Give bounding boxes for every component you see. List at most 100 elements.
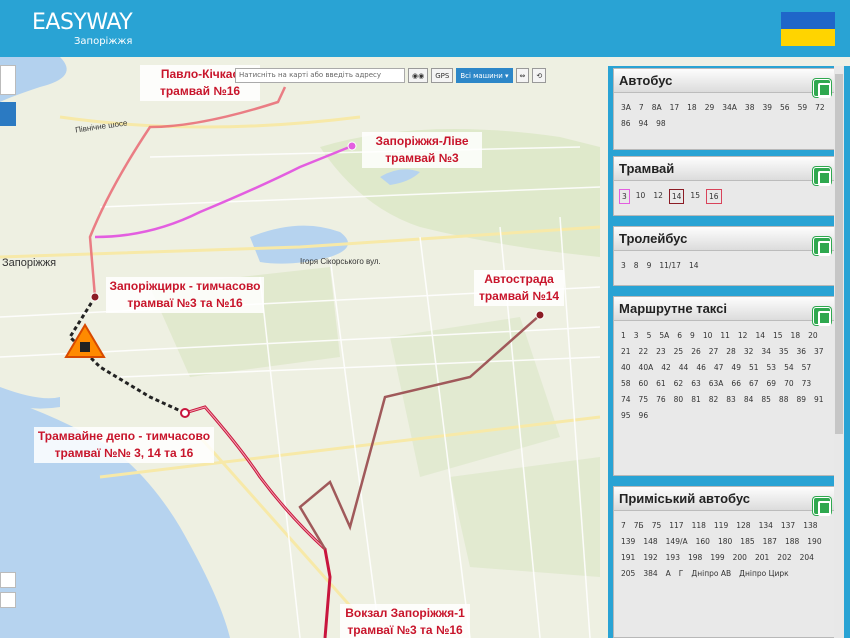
route-chip[interactable]: 7 <box>619 519 628 533</box>
route-chip[interactable]: 18 <box>685 101 699 115</box>
route-chip[interactable]: 81 <box>689 393 703 407</box>
route-chip[interactable]: 12 <box>651 189 665 203</box>
route-chip[interactable]: 6 <box>675 329 684 343</box>
panel-scrollbar[interactable] <box>834 66 844 638</box>
route-chip[interactable]: 91 <box>812 393 826 407</box>
route-chip[interactable]: 9 <box>688 329 697 343</box>
zoom-in-button[interactable] <box>0 592 16 608</box>
gps-button[interactable]: GPS <box>431 68 454 83</box>
fullscreen-icon[interactable] <box>0 572 16 588</box>
route-chip[interactable]: 16 <box>705 189 722 204</box>
link-icon[interactable]: ⟲ <box>532 68 547 83</box>
route-chip[interactable]: 94 <box>637 117 651 131</box>
route-chip[interactable]: 66 <box>729 377 743 391</box>
route-chip[interactable]: 29 <box>703 101 717 115</box>
tram-icon[interactable] <box>813 167 831 186</box>
route-chip[interactable]: 60 <box>637 377 651 391</box>
route-chip[interactable]: 35 <box>777 345 791 359</box>
route-chip[interactable]: 95 <box>619 409 633 423</box>
route-chip[interactable]: А <box>664 567 673 581</box>
route-chip[interactable]: 7 <box>637 101 646 115</box>
route-chip[interactable]: 53 <box>765 361 779 375</box>
route-chip[interactable]: 23 <box>654 345 668 359</box>
route-chip[interactable]: 36 <box>794 345 808 359</box>
binoculars-icon[interactable]: ◉◉ <box>408 68 429 83</box>
route-chip[interactable]: 198 <box>686 551 704 565</box>
route-chip[interactable]: 180 <box>716 535 734 549</box>
route-chip[interactable]: 73 <box>800 377 814 391</box>
route-chip[interactable]: 192 <box>641 551 659 565</box>
route-chip[interactable]: 34А <box>720 101 739 115</box>
map-canvas[interactable]: Запоріжжя Північне шосе Ігоря Сікорськог… <box>0 57 608 638</box>
route-chip[interactable]: 5А <box>657 329 671 343</box>
route-chip[interactable]: 119 <box>712 519 730 533</box>
route-chip[interactable]: 118 <box>690 519 708 533</box>
route-chip[interactable]: 14 <box>687 259 701 273</box>
route-chip[interactable]: 384 <box>641 567 659 581</box>
route-chip[interactable]: 38 <box>743 101 757 115</box>
route-chip[interactable]: 26 <box>689 345 703 359</box>
scrollbar-thumb[interactable] <box>835 74 843 434</box>
route-chip[interactable]: 69 <box>765 377 779 391</box>
fit-icon[interactable]: ⇔ <box>515 68 530 83</box>
route-chip[interactable]: 51 <box>747 361 761 375</box>
trolleybus-icon[interactable] <box>813 237 831 256</box>
route-chip[interactable]: 70 <box>782 377 796 391</box>
vehicles-dropdown[interactable]: Всі машини ▾ <box>456 68 513 83</box>
route-chip[interactable]: 3 <box>619 189 630 204</box>
route-chip[interactable]: 98 <box>654 117 668 131</box>
route-chip[interactable]: 11/17 <box>657 259 683 273</box>
route-chip[interactable]: 83 <box>724 393 738 407</box>
route-chip[interactable]: 44 <box>677 361 691 375</box>
route-chip[interactable]: 9 <box>645 259 654 273</box>
route-chip[interactable]: 27 <box>707 345 721 359</box>
bus-icon[interactable] <box>813 79 831 98</box>
route-chip[interactable]: 75 <box>650 519 664 533</box>
route-chip[interactable]: 86 <box>619 117 633 131</box>
route-chip[interactable]: 137 <box>779 519 797 533</box>
route-chip[interactable]: 187 <box>761 535 779 549</box>
route-chip[interactable]: 40 <box>619 361 633 375</box>
route-chip[interactable]: 185 <box>738 535 756 549</box>
route-chip[interactable]: 149/А <box>664 535 690 549</box>
route-chip[interactable]: 14 <box>668 189 685 204</box>
route-chip[interactable]: 34 <box>759 345 773 359</box>
route-chip[interactable]: 138 <box>801 519 819 533</box>
route-chip[interactable]: 63А <box>707 377 726 391</box>
route-chip[interactable]: 128 <box>734 519 752 533</box>
route-chip[interactable]: 8А <box>650 101 664 115</box>
route-chip[interactable]: 89 <box>794 393 808 407</box>
route-chip[interactable]: 204 <box>798 551 816 565</box>
route-chip[interactable]: 25 <box>672 345 686 359</box>
route-chip[interactable]: 80 <box>672 393 686 407</box>
map-pan-control[interactable] <box>0 65 16 95</box>
ukraine-flag-icon[interactable] <box>781 12 835 46</box>
route-chip[interactable]: 82 <box>707 393 721 407</box>
route-chip[interactable]: 202 <box>775 551 793 565</box>
route-chip[interactable]: 74 <box>619 393 633 407</box>
easyway-logo[interactable]: EASYWAY Запоріжжя <box>22 8 142 48</box>
suburban-bus-icon[interactable] <box>813 497 831 516</box>
address-search-input[interactable]: Натисніть на карті або введіть адресу <box>235 68 405 83</box>
route-chip[interactable]: 3 <box>632 329 641 343</box>
route-chip[interactable]: Г <box>677 567 686 581</box>
route-chip[interactable]: 22 <box>637 345 651 359</box>
route-chip[interactable]: 8 <box>632 259 641 273</box>
route-chip[interactable]: 17 <box>668 101 682 115</box>
route-chip[interactable]: 57 <box>800 361 814 375</box>
route-chip[interactable]: 75 <box>637 393 651 407</box>
route-chip[interactable]: 12 <box>736 329 750 343</box>
route-chip[interactable]: 49 <box>729 361 743 375</box>
route-chip[interactable]: 199 <box>708 551 726 565</box>
route-chip[interactable]: 76 <box>654 393 668 407</box>
route-chip[interactable]: 88 <box>777 393 791 407</box>
route-chip[interactable]: 59 <box>796 101 810 115</box>
route-chip[interactable]: 18 <box>789 329 803 343</box>
route-chip[interactable]: 117 <box>667 519 685 533</box>
route-chip[interactable]: 40А <box>637 361 656 375</box>
route-chip[interactable]: 15 <box>688 189 702 203</box>
route-chip[interactable]: 42 <box>659 361 673 375</box>
bus-layer-toggle[interactable] <box>0 102 16 126</box>
route-chip[interactable]: 54 <box>782 361 796 375</box>
route-chip[interactable]: 10 <box>634 189 648 203</box>
